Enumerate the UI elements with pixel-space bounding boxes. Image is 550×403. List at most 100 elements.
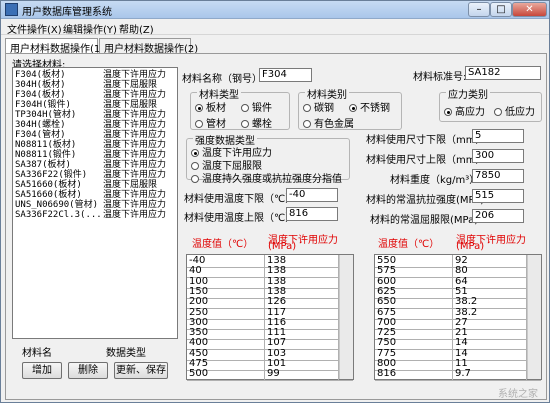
tensile-field[interactable]: 515: [472, 189, 524, 203]
strength-creep-radio[interactable]: 温度持久强度或抗拉强度分指值: [191, 170, 342, 185]
material-list-item[interactable]: UNS_N06690(管材) 温度下许用应力: [15, 200, 175, 210]
category-stainless-radio[interactable]: 不锈钢: [349, 99, 390, 114]
size-min-field[interactable]: 5: [472, 129, 524, 143]
material-list-item[interactable]: SA51660(板材) 温度下屈服限: [15, 180, 175, 190]
material-list-item-type: 温度下屈服限: [103, 80, 158, 90]
standard-field[interactable]: SA182: [465, 66, 541, 80]
delete-button[interactable]: 删除: [68, 362, 108, 379]
material-list-item-name: N08811(锻件): [15, 150, 77, 160]
temp-min-label: 材料使用温度下限（℃）:: [184, 194, 299, 205]
density-field[interactable]: 7850: [472, 169, 524, 183]
type-forging-radio[interactable]: 锻件: [241, 99, 272, 114]
material-list-item[interactable]: F304H(锻件) 温度下屈服限: [15, 100, 175, 110]
material-list-item-type: 温度下许用应力: [103, 200, 167, 210]
size-max-field[interactable]: 300: [472, 149, 524, 163]
yield-field[interactable]: 206: [472, 209, 524, 223]
radio-selected-icon: [444, 108, 452, 116]
material-list-item[interactable]: TP304H(管材) 温度下许用应力: [15, 110, 175, 120]
temp-max-label: 材料使用温度上限（℃）:: [184, 213, 299, 224]
material-list-item[interactable]: SA51660(板材) 温度下许用应力: [15, 190, 175, 200]
material-list-item-type: 温度下屈服限: [103, 100, 158, 110]
right-table-temp-cell[interactable]: 816: [375, 368, 453, 382]
material-list-item[interactable]: SA336F22(锻件) 温度下许用应力: [15, 170, 175, 180]
size-min-label: 材料使用尺寸下限（mm）:: [366, 135, 489, 146]
material-list-item[interactable]: 304H(螺栓) 温度下许用应力: [15, 120, 175, 130]
menu-edit[interactable]: 编辑操作(Y): [63, 21, 117, 36]
material-list-item-name: F304(管材): [15, 130, 66, 140]
left-table-temp-header: 温度值（℃）: [192, 239, 254, 250]
tensile-label: 材料的常温抗拉强度(MPa):: [366, 195, 488, 206]
temp-max-field[interactable]: 816: [286, 207, 338, 221]
material-list-item-type: 温度下许用应力: [103, 210, 167, 220]
category-carbon-radio[interactable]: 碳钢: [303, 99, 334, 114]
app-icon: [5, 3, 18, 16]
material-list-item-name: N08811(板材): [15, 140, 77, 150]
close-button[interactable]: ✕: [512, 2, 547, 17]
material-list-item-name: 304H(板材): [15, 80, 66, 90]
yield-label: 材料的常温屈服限(MPa):: [370, 215, 482, 226]
material-list-item-name: SA336F22(锻件): [15, 170, 88, 180]
material-list-item-name: SA51660(板材): [15, 190, 82, 200]
left-table-temp-cell[interactable]: 500: [187, 368, 265, 382]
type-bolt-radio[interactable]: 螺栓: [241, 115, 272, 130]
right-table-row[interactable]: 816 9.7: [375, 368, 541, 382]
right-stress-table[interactable]: 550 92 575 80 600 64 625 51 650 38.2 675 38.2 700 27 7…: [374, 254, 542, 382]
standard-label: 材料标准号:: [413, 72, 467, 83]
radio-icon: [241, 104, 249, 112]
left-table-scrollbar[interactable]: [339, 255, 353, 379]
right-table-unit-header: (MPa): [456, 241, 485, 252]
col-data-type: 数据类型: [106, 348, 146, 359]
temp-min-field[interactable]: -40: [286, 188, 338, 202]
material-list-item-name: UNS_N06690(管材): [15, 200, 99, 210]
left-stress-table[interactable]: -40 138 40 138 100 138 150 138 200 126 250 117 300 11…: [186, 254, 354, 382]
menu-help[interactable]: 帮助(Z): [119, 21, 154, 36]
maximize-button[interactable]: □: [490, 2, 512, 17]
stress-low-radio[interactable]: 低应力: [494, 103, 535, 118]
material-name-label: 材料名称（钢号）:: [182, 74, 266, 85]
material-list-item[interactable]: 304H(板材) 温度下屈服限: [15, 80, 175, 90]
left-table-row[interactable]: 500 99: [187, 368, 353, 382]
col-material-name: 材料名: [22, 348, 52, 359]
material-name-field[interactable]: F304: [259, 68, 312, 82]
material-list-item-type: 温度下许用应力: [103, 190, 167, 200]
menu-file[interactable]: 文件操作(X): [7, 21, 62, 36]
tab-data-1[interactable]: 用户材料数据操作(1): [5, 38, 104, 55]
material-list-item-type: 温度下许用应力: [103, 120, 167, 130]
strength-type-group: 强度数据类型 温度下许用应力 温度下屈服限 温度持久强度或抗拉强度分指值: [186, 132, 350, 185]
add-button[interactable]: 增加: [22, 362, 62, 379]
material-list-item-name: TP304H(管材): [15, 110, 77, 120]
left-table-stress-cell[interactable]: 99: [265, 368, 339, 382]
radio-icon: [241, 120, 249, 128]
update-save-button[interactable]: 更新、保存: [114, 362, 168, 379]
material-list-item-type: 温度下屈服限: [103, 180, 158, 190]
material-list-item-name: SA387(板材): [15, 160, 71, 170]
material-list-item[interactable]: SA387(板材) 温度下许用应力: [15, 160, 175, 170]
material-list-item[interactable]: N08811(板材) 温度下许用应力: [15, 140, 175, 150]
material-list-item-name: SA336F22Cl.3(...: [15, 210, 102, 220]
right-table-scrollbar[interactable]: [527, 255, 541, 379]
window-title: 用户数据库管理系统: [22, 7, 112, 18]
left-table-unit-header: (MPa): [268, 241, 297, 252]
right-table-stress-cell[interactable]: 9.7: [453, 368, 527, 382]
right-table-temp-header: 温度值（℃）: [378, 239, 440, 250]
material-list-item-type: 温度下许用应力: [103, 170, 167, 180]
type-plate-radio[interactable]: 板材: [195, 99, 226, 114]
tab-data-2[interactable]: 用户材料数据操作(2): [99, 38, 198, 55]
material-list-item[interactable]: F304(管材) 温度下许用应力: [15, 130, 175, 140]
title-bar: 用户数据库管理系统 – □ ✕: [1, 1, 549, 19]
material-list-item[interactable]: F304(板材) 温度下许用应力: [15, 90, 175, 100]
minimize-button[interactable]: –: [468, 2, 490, 17]
radio-selected-icon: [195, 104, 203, 112]
material-list-item-type: 温度下许用应力: [103, 140, 167, 150]
material-list-item[interactable]: SA336F22Cl.3(... 温度下许用应力: [15, 210, 175, 220]
size-max-label: 材料使用尺寸上限（mm）:: [366, 155, 489, 166]
stress-high-radio[interactable]: 高应力: [444, 103, 485, 118]
type-pipe-radio[interactable]: 管材: [195, 115, 226, 130]
material-list-item[interactable]: F304(板材) 温度下许用应力: [15, 70, 175, 80]
category-nonferrous-radio[interactable]: 有色金属: [303, 115, 354, 130]
material-list-item-type: 温度下许用应力: [103, 130, 167, 140]
material-list-item-type: 温度下许用应力: [103, 110, 167, 120]
material-list-item[interactable]: N08811(锻件) 温度下许用应力: [15, 150, 175, 160]
material-list-item-name: F304H(锻件): [15, 100, 71, 110]
material-list[interactable]: F304(板材) 温度下许用应力 304H(板材) 温度下屈服限 F304(板材) 温度下…: [12, 67, 178, 339]
